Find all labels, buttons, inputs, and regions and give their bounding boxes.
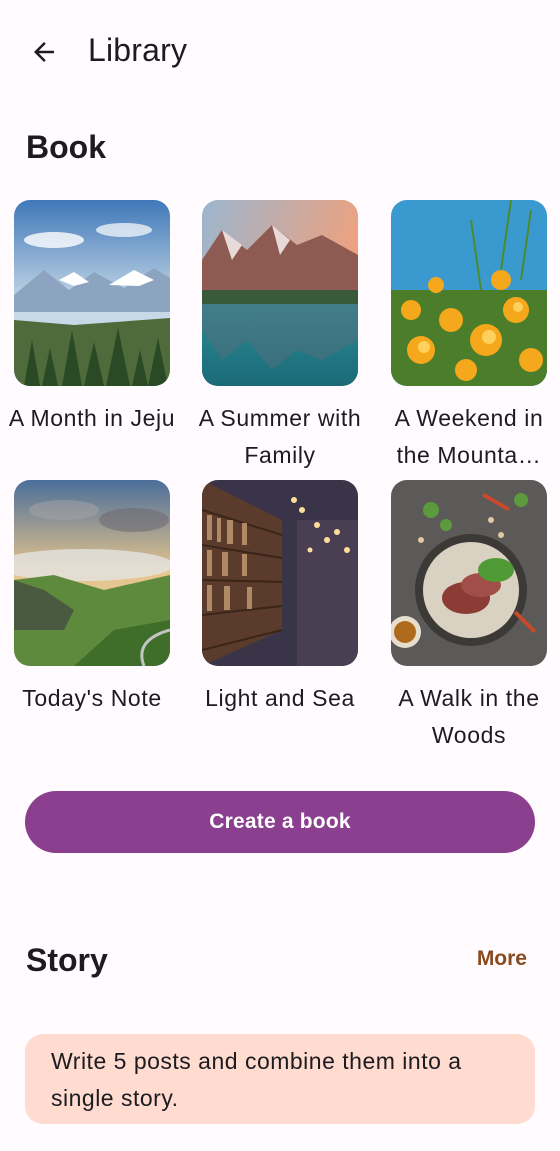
book-cover-image bbox=[391, 200, 547, 386]
book-cover-image bbox=[391, 480, 547, 666]
book-title: Light and Sea bbox=[205, 685, 355, 711]
arrow-left-icon bbox=[34, 42, 54, 62]
book-title: A Summer with Family bbox=[198, 405, 362, 468]
story-prompt-text: Write 5 posts and combine them into a si… bbox=[51, 1048, 462, 1111]
more-link[interactable]: More bbox=[477, 947, 527, 971]
book-cover-image bbox=[14, 200, 170, 386]
book-item[interactable]: A Walk in the Woods bbox=[391, 480, 547, 754]
book-item[interactable]: A Weekend in the Mounta… bbox=[391, 200, 547, 474]
book-title: A Weekend in the Mounta… bbox=[394, 405, 544, 468]
book-item[interactable]: A Month in Jeju bbox=[9, 200, 175, 437]
story-prompt-card[interactable]: Write 5 posts and combine them into a si… bbox=[25, 1034, 535, 1124]
book-title: A Walk in the Woods bbox=[398, 685, 540, 748]
page-title: Library bbox=[88, 32, 188, 68]
book-title: Today's Note bbox=[22, 685, 162, 711]
book-cover-image bbox=[202, 200, 358, 386]
book-item[interactable]: Light and Sea bbox=[202, 480, 358, 717]
book-item[interactable]: Today's Note bbox=[14, 480, 170, 717]
book-item[interactable]: A Summer with Family bbox=[199, 200, 361, 474]
book-section-title: Book bbox=[26, 129, 106, 165]
book-cover-image bbox=[202, 480, 358, 666]
book-cover-image bbox=[14, 480, 170, 666]
app-bar: Library bbox=[0, 0, 560, 100]
story-section-title: Story bbox=[26, 942, 108, 978]
book-title: A Month in Jeju bbox=[8, 405, 176, 431]
back-button[interactable] bbox=[20, 28, 68, 76]
create-book-button[interactable]: Create a book bbox=[25, 791, 535, 853]
